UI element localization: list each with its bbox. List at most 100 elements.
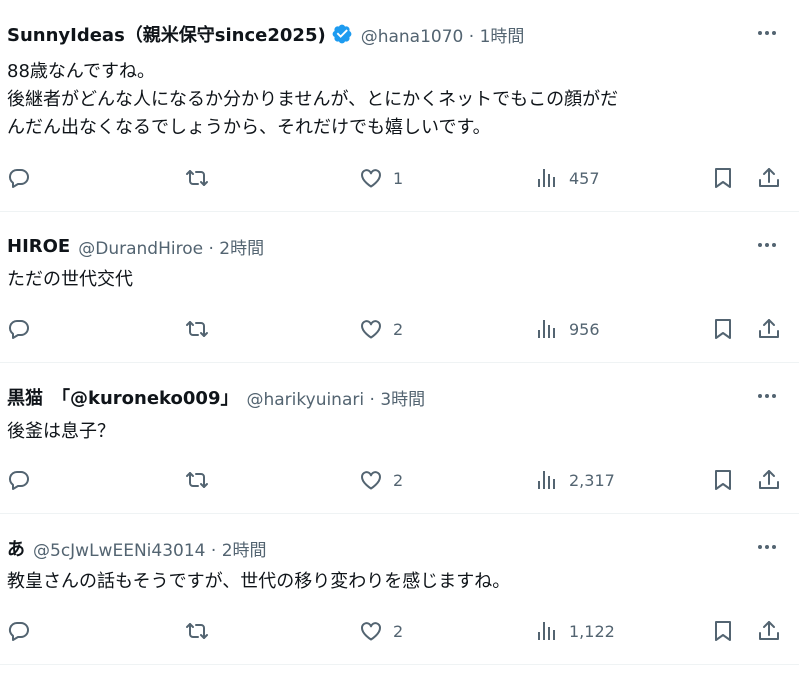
post-meta: @DurandHiroe · 2時間 bbox=[78, 234, 264, 259]
action-bar: 2 956 bbox=[0, 315, 799, 343]
display-name[interactable]: HIROE bbox=[7, 236, 70, 257]
post-meta: @hana1070 · 1時間 bbox=[361, 22, 525, 47]
timestamp[interactable]: 2時間 bbox=[219, 239, 264, 259]
separator: · bbox=[208, 238, 214, 259]
view-count: 2,317 bbox=[569, 470, 615, 490]
post-text: ただの世代交代 bbox=[7, 266, 133, 294]
post-meta: @5cJwLwEENi43014 · 2時間 bbox=[33, 536, 267, 561]
separator: · bbox=[210, 540, 217, 561]
more-options-button[interactable] bbox=[755, 384, 779, 408]
bookmark-button[interactable] bbox=[711, 466, 735, 494]
post-text: 88歳なんですね。 後継者がどんな人になるか分かりませんが、とにかくネットでもこ… bbox=[7, 58, 618, 142]
like-count: 2 bbox=[393, 470, 404, 490]
view-count: 457 bbox=[569, 168, 600, 188]
separator: · bbox=[369, 389, 375, 410]
share-button[interactable] bbox=[757, 466, 781, 494]
user-handle[interactable]: @hana1070 bbox=[361, 27, 464, 47]
reply-button[interactable] bbox=[7, 466, 31, 494]
more-horizontal-icon bbox=[758, 545, 776, 549]
repost-button[interactable] bbox=[185, 164, 209, 192]
reply-icon bbox=[8, 168, 29, 188]
share-icon bbox=[759, 168, 779, 187]
like-button[interactable]: 1 bbox=[359, 164, 403, 192]
views-button[interactable]: 1,122 bbox=[535, 617, 615, 645]
action-bar: 2 2,317 bbox=[0, 466, 799, 494]
separator: · bbox=[468, 26, 475, 47]
repost-button[interactable] bbox=[185, 315, 209, 343]
action-bar: 2 1,122 bbox=[0, 617, 799, 645]
post-text-line: ただの世代交代 bbox=[7, 269, 133, 290]
timestamp[interactable]: 2時間 bbox=[222, 541, 267, 561]
like-button[interactable]: 2 bbox=[359, 315, 403, 343]
more-options-button[interactable] bbox=[755, 233, 779, 257]
views-bar-chart-icon bbox=[538, 169, 555, 187]
repost-button[interactable] bbox=[185, 617, 209, 645]
views-button[interactable]: 956 bbox=[535, 315, 600, 343]
like-button[interactable]: 2 bbox=[359, 617, 403, 645]
repost-icon bbox=[186, 321, 208, 337]
more-options-button[interactable] bbox=[755, 535, 779, 559]
display-name[interactable]: 黒猫 「@kuroneko009」 bbox=[7, 384, 238, 410]
timestamp[interactable]: 1時間 bbox=[480, 27, 525, 47]
bookmark-icon bbox=[715, 168, 731, 188]
post-text-line: 88歳なんですね。 bbox=[7, 61, 156, 82]
like-count: 2 bbox=[393, 621, 404, 641]
reply-icon bbox=[8, 319, 29, 339]
timestamp[interactable]: 3時間 bbox=[380, 390, 425, 410]
bookmark-button[interactable] bbox=[711, 617, 735, 645]
view-count: 956 bbox=[569, 319, 600, 339]
bookmark-icon bbox=[715, 470, 731, 490]
views-button[interactable]: 2,317 bbox=[535, 466, 615, 494]
post-header: SunnyIdeas（親米保守since2025) @hana1070 · 1時… bbox=[7, 21, 525, 47]
share-icon bbox=[759, 319, 779, 338]
share-icon bbox=[759, 621, 779, 640]
like-button[interactable]: 2 bbox=[359, 466, 403, 494]
repost-icon bbox=[186, 623, 208, 639]
heart-icon bbox=[361, 169, 381, 188]
heart-icon bbox=[361, 471, 381, 490]
repost-button[interactable] bbox=[185, 466, 209, 494]
user-handle[interactable]: @5cJwLwEENi43014 bbox=[33, 541, 205, 561]
view-count: 1,122 bbox=[569, 621, 615, 641]
heart-icon bbox=[361, 320, 381, 339]
post-header: 黒猫 「@kuroneko009」 @harikyuinari · 3時間 bbox=[7, 384, 425, 410]
post-meta: @harikyuinari · 3時間 bbox=[246, 385, 425, 410]
reply-button[interactable] bbox=[7, 315, 31, 343]
post-text: 教皇さんの話もそうですが、世代の移り変わりを感じますね。 bbox=[7, 568, 510, 596]
display-name[interactable]: SunnyIdeas（親米保守since2025) bbox=[7, 21, 326, 47]
reply-feed: SunnyIdeas（親米保守since2025) @hana1070 · 1時… bbox=[0, 0, 799, 675]
share-button[interactable] bbox=[757, 164, 781, 192]
more-horizontal-icon bbox=[758, 243, 776, 247]
post-text-line: 教皇さんの話もそうですが、世代の移り変わりを感じますね。 bbox=[7, 571, 511, 592]
reply-icon bbox=[8, 621, 29, 641]
share-icon bbox=[759, 470, 779, 489]
views-button[interactable]: 457 bbox=[535, 164, 600, 192]
user-handle[interactable]: @DurandHiroe bbox=[78, 239, 203, 259]
more-horizontal-icon bbox=[758, 394, 776, 398]
display-name[interactable]: あ bbox=[7, 535, 25, 561]
post[interactable]: あ @5cJwLwEENi43014 · 2時間 教皇さんの話もそうですが、世代… bbox=[0, 514, 799, 665]
post[interactable]: SunnyIdeas（親米保守since2025) @hana1070 · 1時… bbox=[0, 0, 799, 212]
repost-icon bbox=[186, 472, 208, 488]
bookmark-button[interactable] bbox=[711, 164, 735, 192]
verified-badge-icon bbox=[332, 24, 352, 44]
post-text-line: んだん出なくなるでしょうから、それだけでも嬉しいです。 bbox=[7, 117, 491, 138]
views-bar-chart-icon bbox=[538, 320, 555, 338]
reply-icon bbox=[8, 470, 29, 490]
share-button[interactable] bbox=[757, 315, 781, 343]
post[interactable]: HIROE @DurandHiroe · 2時間 ただの世代交代 2 956 bbox=[0, 212, 799, 363]
share-button[interactable] bbox=[757, 617, 781, 645]
bookmark-icon bbox=[715, 621, 731, 641]
views-bar-chart-icon bbox=[538, 471, 555, 489]
more-options-button[interactable] bbox=[755, 21, 779, 45]
reply-button[interactable] bbox=[7, 617, 31, 645]
heart-icon bbox=[361, 622, 381, 641]
reply-button[interactable] bbox=[7, 164, 31, 192]
user-handle[interactable]: @harikyuinari bbox=[246, 390, 364, 410]
post-header: あ @5cJwLwEENi43014 · 2時間 bbox=[7, 535, 267, 561]
views-bar-chart-icon bbox=[538, 622, 555, 640]
post-text-line: 後継者がどんな人になるか分かりませんが、とにかくネットでもこの顔がだ bbox=[7, 89, 619, 110]
bookmark-button[interactable] bbox=[711, 315, 735, 343]
post[interactable]: 黒猫 「@kuroneko009」 @harikyuinari · 3時間 後釜… bbox=[0, 363, 799, 514]
like-count: 1 bbox=[393, 168, 404, 188]
